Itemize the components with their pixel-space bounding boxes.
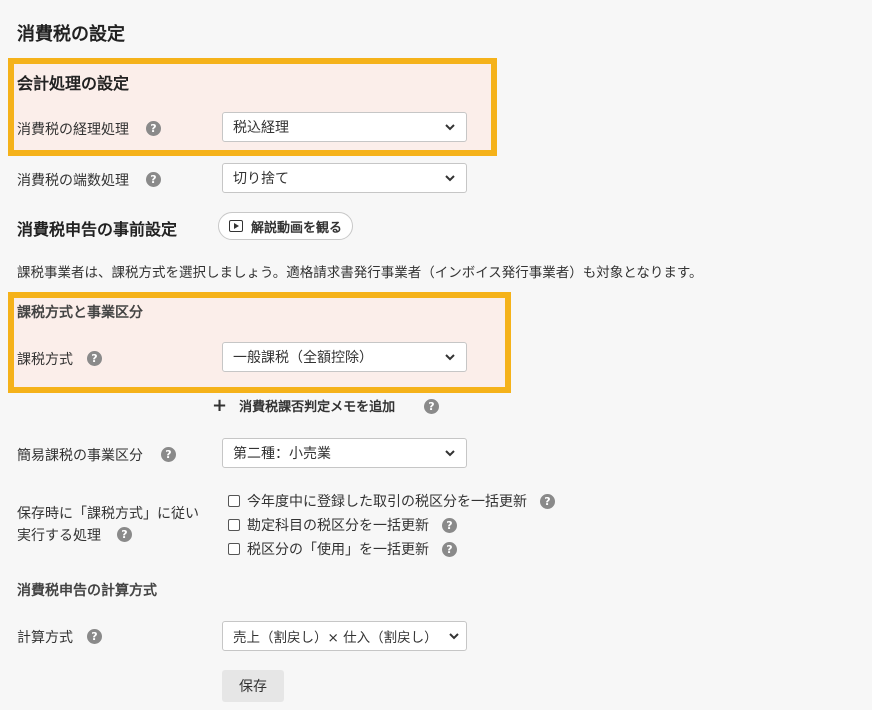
tax-method-section-title: 課税方式と事業区分 — [17, 305, 143, 321]
on-save-label-line1: 保存時に「課税方式」に従い — [17, 506, 199, 522]
chevron-down-icon — [449, 633, 459, 640]
rounding-label: 消費税の端数処理 — [17, 173, 129, 189]
help-icon[interactable]: ? — [87, 351, 102, 366]
option-label: 税区分の「使用」を一括更新 — [247, 542, 429, 558]
chevron-down-icon — [445, 175, 455, 182]
checkbox[interactable] — [228, 543, 240, 555]
on-save-label-line2: 実行する処理 — [17, 528, 101, 544]
simplified-value: 第二種：小売業 — [233, 446, 331, 462]
rounding-value: 切り捨て — [233, 171, 289, 187]
tax-accounting-value: 税込経理 — [233, 120, 289, 136]
option-label: 今年度中に登録した取引の税区分を一括更新 — [247, 494, 527, 510]
tax-method-select[interactable]: 一般課税（全額控除） — [222, 342, 467, 372]
help-icon[interactable]: ? — [424, 399, 439, 414]
option-update-transactions[interactable]: 今年度中に登録した取引の税区分を一括更新 ? — [228, 491, 555, 511]
play-icon — [229, 220, 243, 232]
add-memo-label: 消費税課否判定メモを追加 — [239, 400, 396, 415]
page-title: 消費税の設定 — [17, 24, 125, 45]
checkbox[interactable] — [228, 519, 240, 531]
help-icon[interactable]: ? — [540, 493, 555, 509]
simplified-select[interactable]: 第二種：小売業 — [222, 438, 467, 468]
plus-icon: + — [212, 394, 228, 416]
help-icon[interactable]: ? — [146, 121, 161, 136]
option-label: 勘定科目の税区分を一括更新 — [247, 518, 429, 534]
add-memo-button[interactable]: + 消費税課否判定メモを追加 — [212, 396, 395, 415]
option-update-usage[interactable]: 税区分の「使用」を一括更新 ? — [228, 539, 457, 559]
tax-method-label: 課税方式 — [17, 352, 73, 368]
checkbox[interactable] — [228, 495, 240, 507]
pre-filing-title: 消費税申告の事前設定 — [17, 220, 178, 239]
help-icon[interactable]: ? — [117, 527, 132, 542]
accounting-section-title: 会計処理の設定 — [17, 74, 130, 93]
help-icon[interactable]: ? — [87, 629, 102, 644]
calc-section-title: 消費税申告の計算方式 — [17, 583, 157, 599]
calc-method-select[interactable]: 売上（割戻し）× 仕入（割戻し） — [222, 621, 467, 651]
help-icon[interactable]: ? — [161, 447, 176, 462]
help-icon[interactable]: ? — [146, 172, 161, 187]
tax-accounting-select[interactable]: 税込経理 — [222, 112, 467, 142]
calc-method-value: 売上（割戻し）× 仕入（割戻し） — [233, 630, 438, 646]
chevron-down-icon — [445, 124, 455, 131]
tax-accounting-label: 消費税の経理処理 — [17, 122, 129, 138]
chevron-down-icon — [445, 450, 455, 457]
help-icon[interactable]: ? — [442, 517, 457, 533]
option-update-accounts[interactable]: 勘定科目の税区分を一括更新 ? — [228, 515, 457, 535]
simplified-label: 簡易課税の事業区分 — [17, 448, 143, 464]
calc-method-label: 計算方式 — [17, 630, 73, 646]
help-icon[interactable]: ? — [442, 541, 457, 557]
rounding-select[interactable]: 切り捨て — [222, 163, 467, 193]
watch-video-label: 解説動画を観る — [251, 220, 343, 236]
tax-method-value: 一般課税（全額控除） — [233, 350, 373, 366]
chevron-down-icon — [445, 354, 455, 361]
pre-filing-description: 課税事業者は、課税方式を選択しましょう。適格請求書発行事業者（インボイス発行事業… — [17, 265, 703, 281]
watch-video-button[interactable]: 解説動画を観る — [218, 212, 354, 240]
save-button[interactable]: 保存 — [222, 670, 284, 702]
